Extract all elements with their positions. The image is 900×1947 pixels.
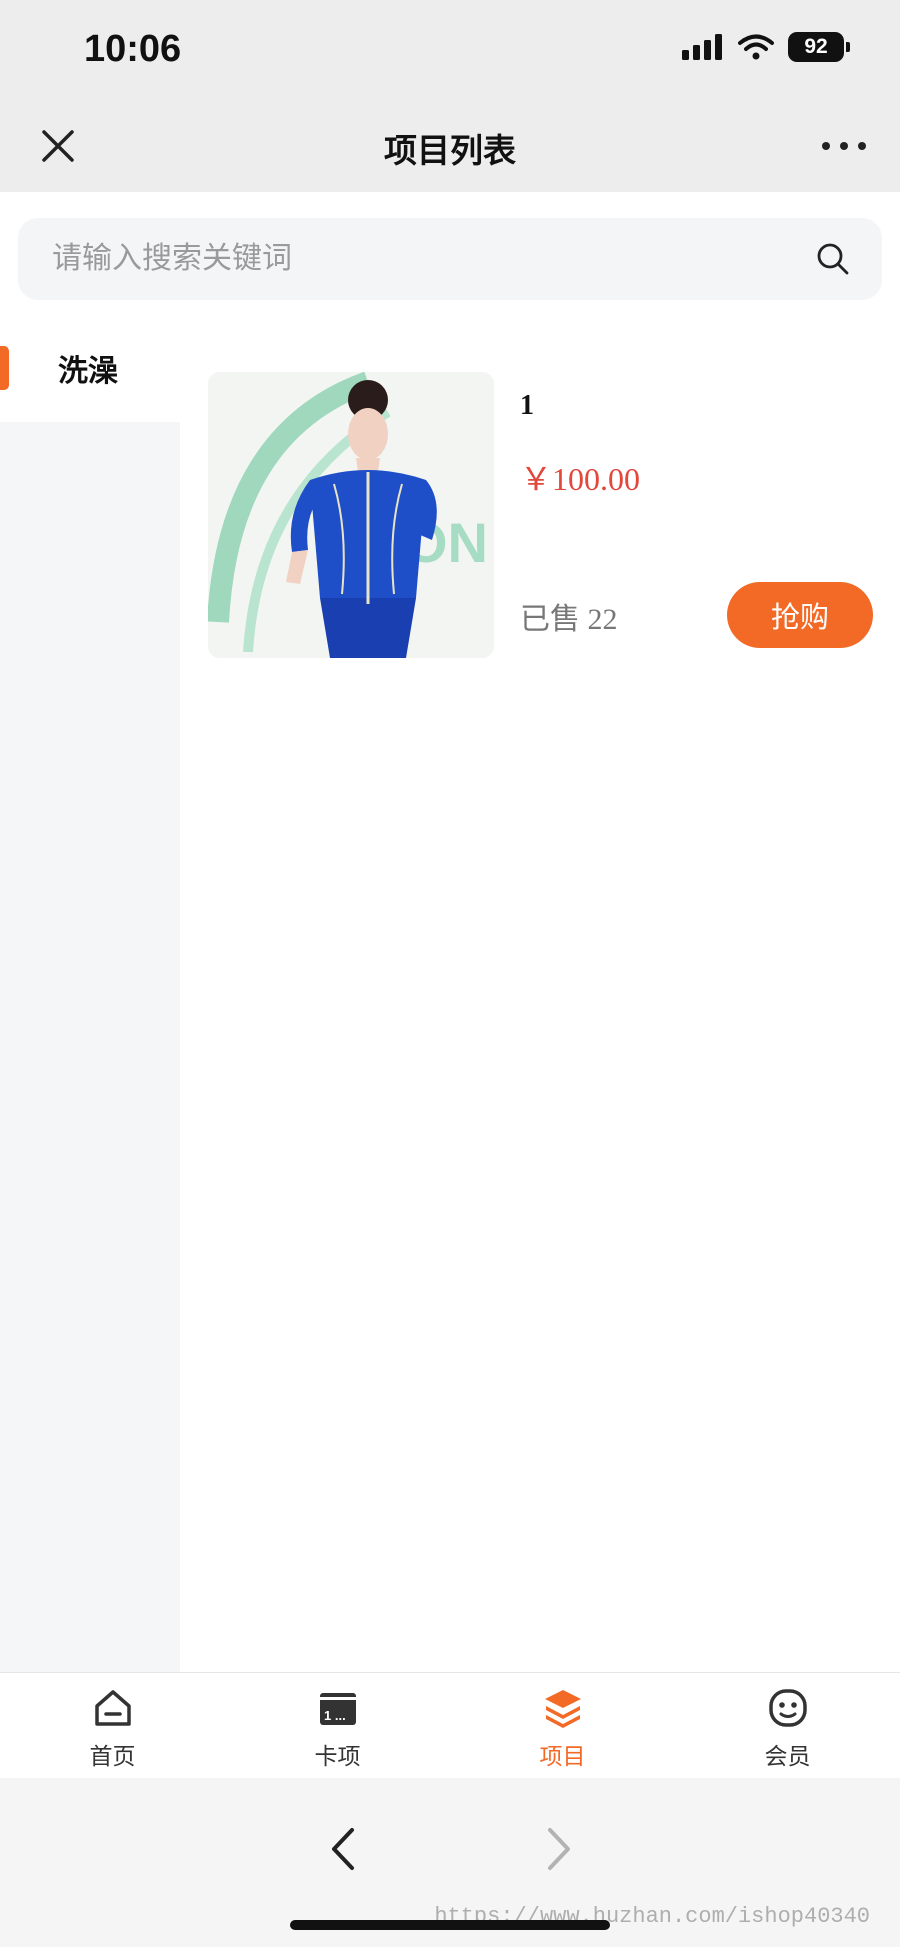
product-price: ￥100.00: [520, 461, 641, 497]
status-time: 10:06: [84, 28, 182, 70]
tab-home[interactable]: 首页: [0, 1673, 225, 1779]
product-image[interactable]: ON: [208, 372, 494, 658]
search-icon[interactable]: [816, 242, 850, 276]
tab-label: 首页: [89, 1743, 136, 1769]
sidebar-item-label: 洗澡: [58, 355, 118, 388]
home-indicator: [290, 1920, 610, 1930]
layers-icon: [545, 1690, 581, 1728]
active-indicator: [0, 346, 9, 390]
back-arrow-icon[interactable]: [324, 1824, 364, 1874]
status-bar: 10:06 92: [0, 0, 900, 100]
sidebar-item-wash[interactable]: 洗澡: [0, 312, 180, 422]
sold-count: 已售 22: [520, 603, 618, 636]
tab-label: 项目: [539, 1743, 586, 1769]
forward-arrow-icon[interactable]: [538, 1824, 578, 1874]
buy-button[interactable]: 抢购: [727, 582, 873, 648]
member-icon: [769, 1689, 807, 1727]
battery-indicator: 92: [788, 32, 850, 62]
bottom-tab-bar: 首页 1 ... 卡项 项目 会员: [0, 1672, 900, 1778]
search-box: [18, 218, 882, 300]
product-list: ON 1 ￥100.00 已售 22 抢购: [180, 312, 900, 1672]
tab-projects[interactable]: 项目: [450, 1673, 675, 1779]
nav-bar: 项目列表: [0, 100, 900, 192]
tab-label: 会员: [764, 1743, 811, 1769]
page-title: 项目列表: [384, 132, 516, 169]
search-section: [0, 192, 900, 312]
browser-nav-bar: https://www.huzhan.com/ishop40340: [0, 1778, 900, 1947]
wifi-icon: [738, 34, 774, 60]
product-name: 1: [520, 390, 534, 421]
signal-icon: [682, 34, 722, 60]
tab-member[interactable]: 会员: [675, 1673, 900, 1779]
more-options-icon[interactable]: [822, 126, 866, 166]
card-icon: 1 ...: [320, 1693, 356, 1725]
product-card[interactable]: ON 1 ￥100.00 已售 22 抢购: [208, 372, 888, 662]
status-icons: 92: [682, 32, 850, 62]
card-icon-text: 1 ...: [324, 1708, 346, 1723]
category-sidebar: 洗澡: [0, 312, 180, 1672]
tab-label: 卡项: [314, 1743, 361, 1769]
search-input[interactable]: [52, 218, 792, 300]
home-icon: [95, 1690, 131, 1726]
tab-cards[interactable]: 1 ... 卡项: [225, 1673, 450, 1779]
